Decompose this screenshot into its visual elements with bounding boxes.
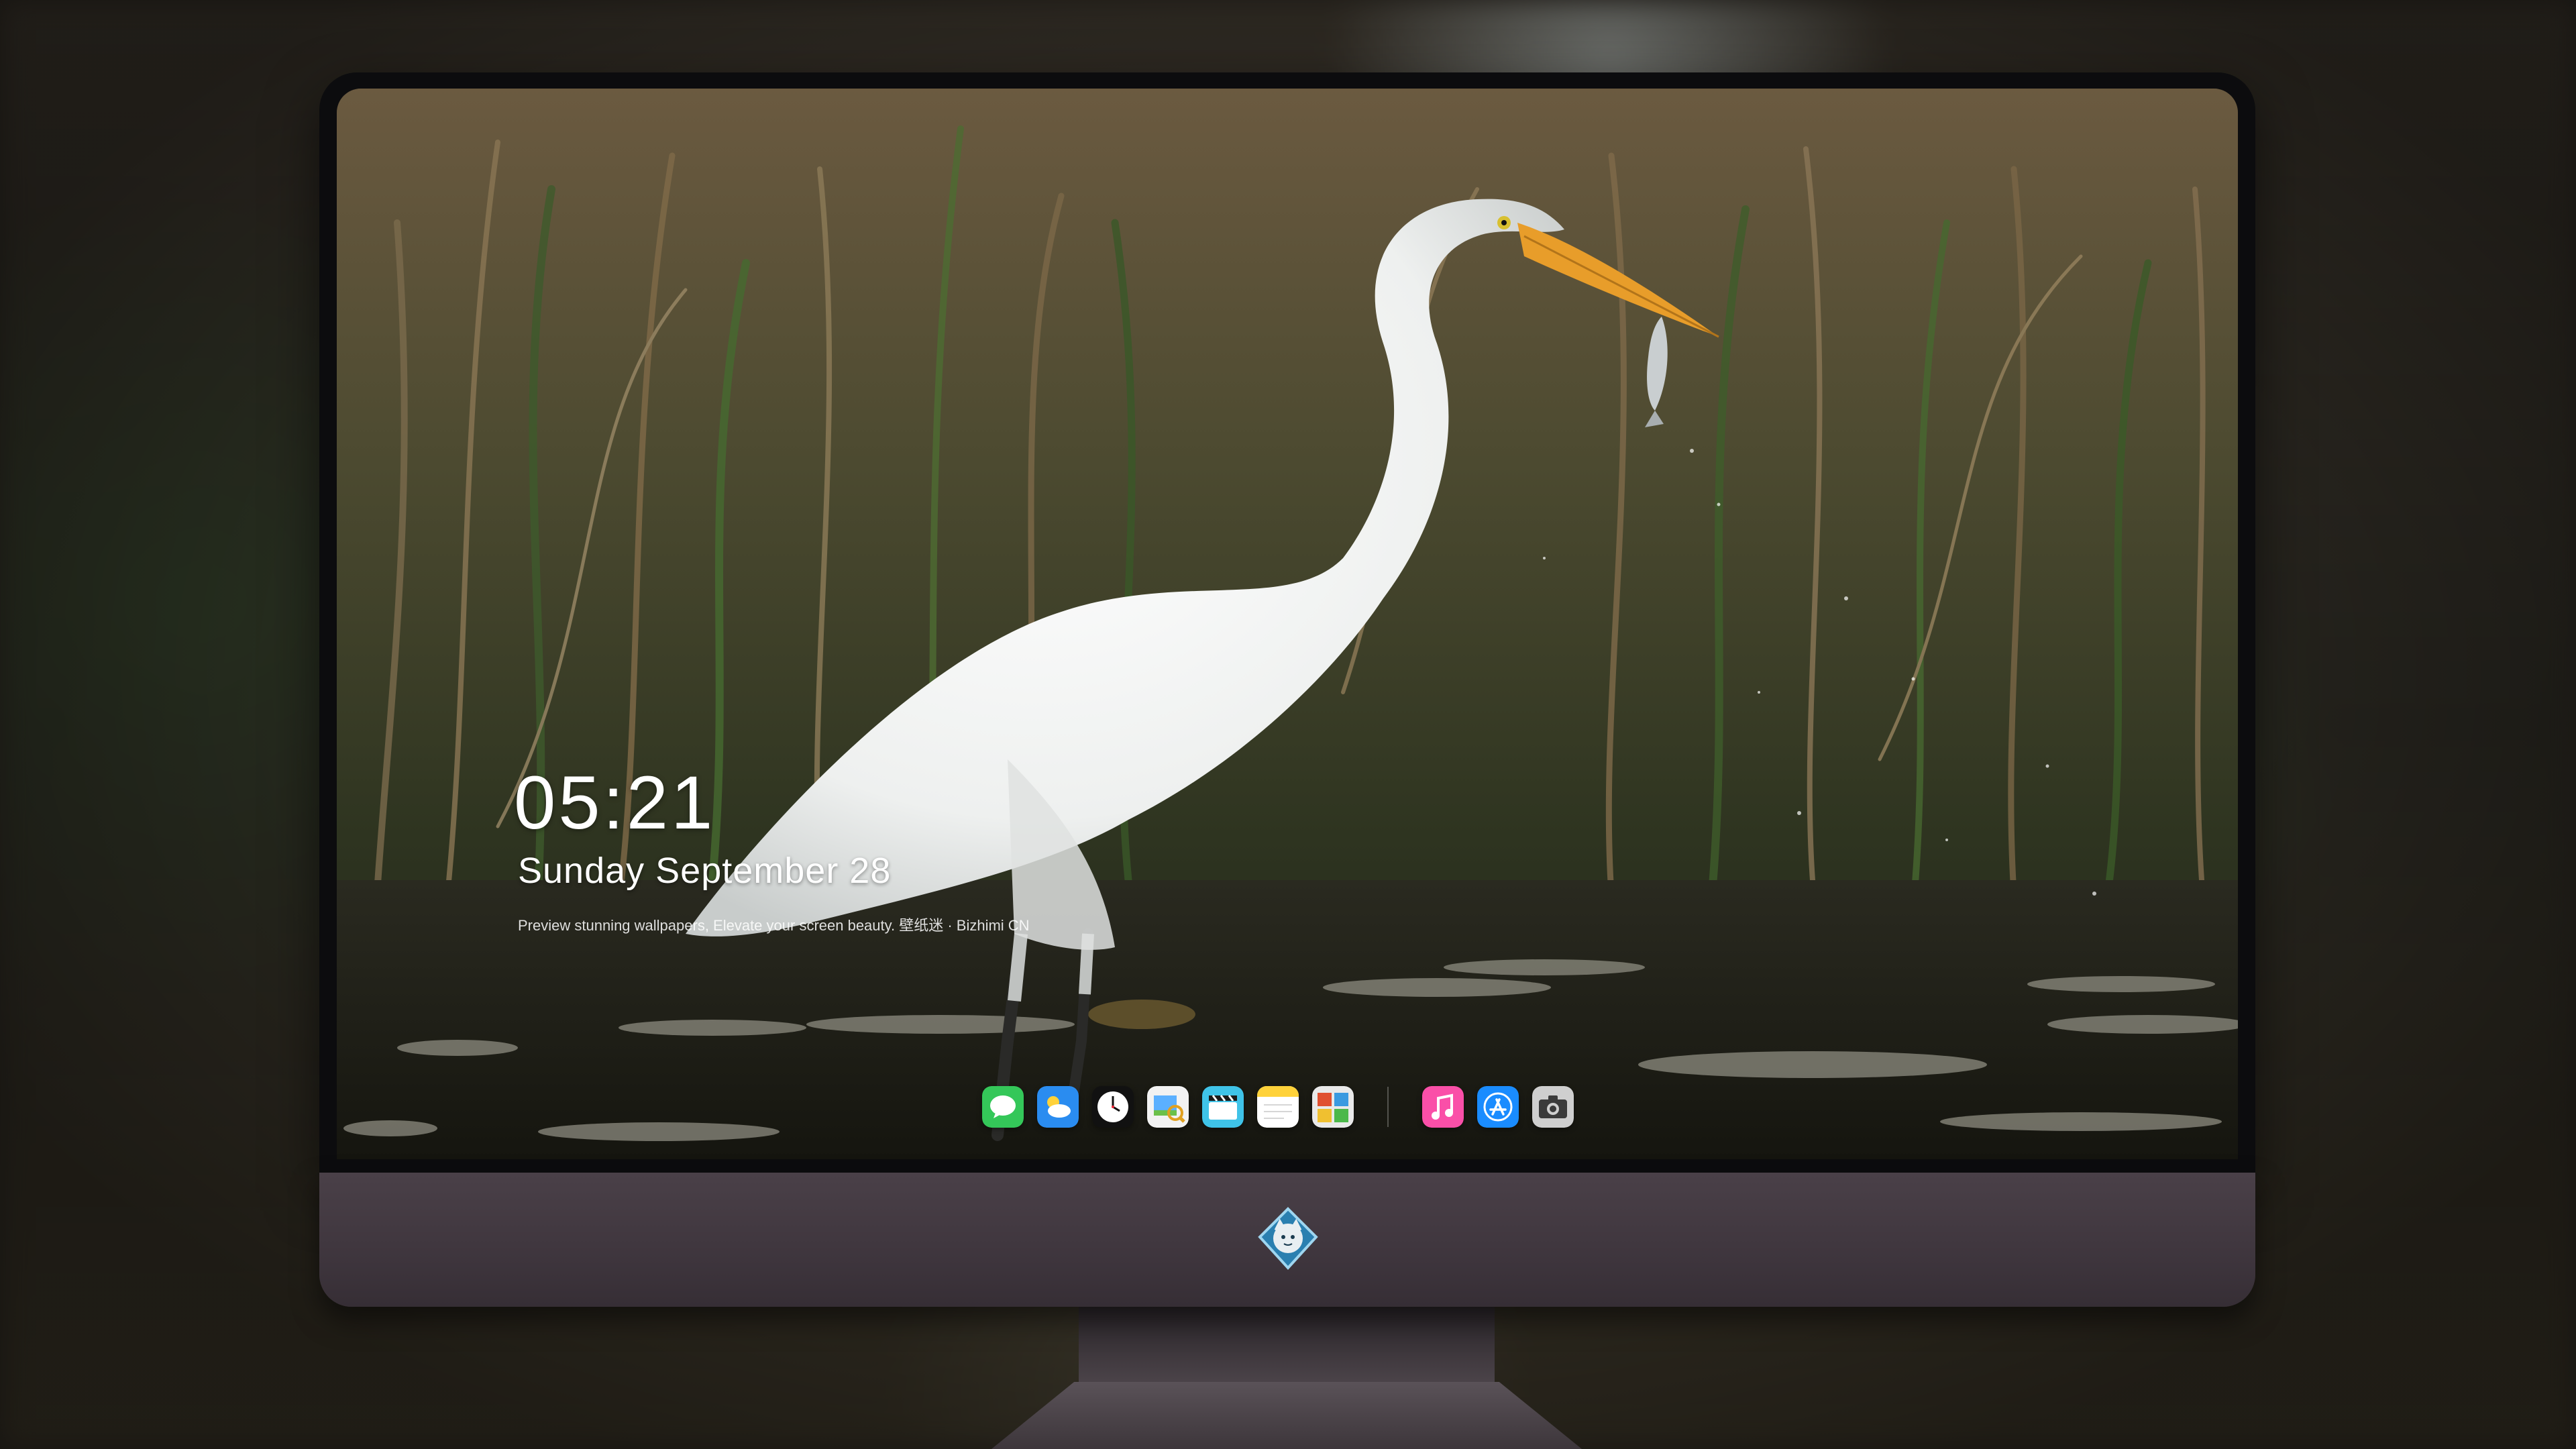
notes-icon[interactable] <box>1257 1086 1299 1128</box>
dock <box>982 1080 1574 1134</box>
monitor-stand-base <box>991 1382 1582 1449</box>
clips-icon[interactable] <box>1202 1086 1244 1128</box>
wallpaper-caption: Preview stunning wallpapers, Elevate you… <box>518 917 1030 934</box>
screen: 05:21 Sunday September 28 Preview stunni… <box>337 89 2238 1159</box>
monitor-stand-neck <box>1079 1307 1495 1387</box>
lock-screen-date: Sunday September 28 <box>518 851 892 891</box>
photo-booth-icon[interactable] <box>1312 1086 1354 1128</box>
preview-icon[interactable] <box>1147 1086 1189 1128</box>
music-icon[interactable] <box>1422 1086 1464 1128</box>
lock-screen-time: 05:21 <box>514 761 716 845</box>
weather-icon[interactable] <box>1037 1086 1079 1128</box>
monitor: 05:21 Sunday September 28 Preview stunni… <box>319 72 2255 1307</box>
dock-separator <box>1387 1087 1389 1127</box>
messages-icon[interactable] <box>982 1086 1024 1128</box>
monitor-chin <box>319 1173 2255 1307</box>
brand-logo-icon <box>1258 1207 1318 1270</box>
clock-icon[interactable] <box>1092 1086 1134 1128</box>
app-store-icon[interactable] <box>1477 1086 1519 1128</box>
monitor-bezel: 05:21 Sunday September 28 Preview stunni… <box>319 72 2255 1173</box>
wallpaper-egret <box>337 89 2238 1159</box>
camera-icon[interactable] <box>1532 1086 1574 1128</box>
